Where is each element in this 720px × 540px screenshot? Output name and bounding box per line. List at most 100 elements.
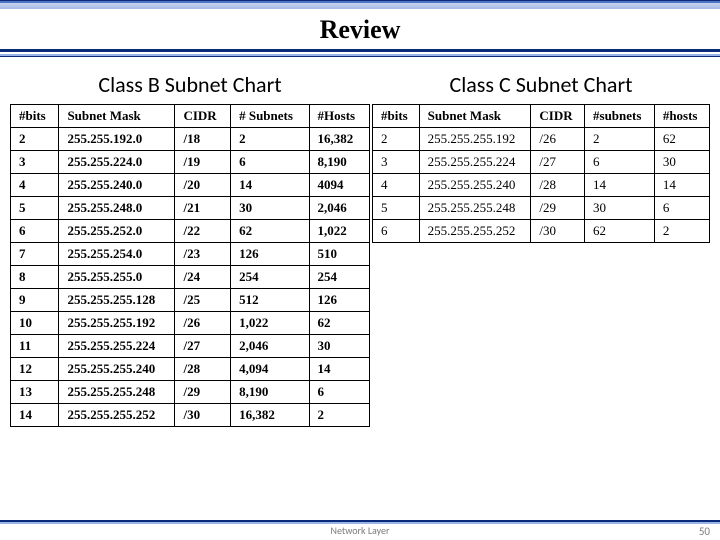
table-cell: 14 xyxy=(585,174,655,197)
class-b-table: #bitsSubnet MaskCIDR# Subnets#Hosts2255.… xyxy=(10,104,370,427)
table-cell: /24 xyxy=(175,266,231,289)
table-cell: 2 xyxy=(654,220,709,243)
table-cell: 6 xyxy=(373,220,420,243)
table-row: 14255.255.255.252/3016,3822 xyxy=(11,404,370,427)
table-cell: 30 xyxy=(309,335,369,358)
page-title: Review xyxy=(0,9,720,49)
table-cell: /22 xyxy=(175,220,231,243)
table-cell: /27 xyxy=(175,335,231,358)
table-cell: 255.255.255.252 xyxy=(419,220,531,243)
table-row: 3255.255.255.224/27630 xyxy=(373,151,710,174)
table-cell: 4 xyxy=(373,174,420,197)
table-cell: /25 xyxy=(175,289,231,312)
table-row: 5255.255.255.248/29306 xyxy=(373,197,710,220)
col-header: CIDR xyxy=(531,105,585,128)
table-cell: 14 xyxy=(11,404,59,427)
table-cell: 6 xyxy=(585,151,655,174)
table-cell: 7 xyxy=(11,243,59,266)
footer-band: Network Layer 50 xyxy=(0,520,720,540)
table-cell: 2 xyxy=(309,404,369,427)
table-cell: 2 xyxy=(231,128,309,151)
table-cell: /20 xyxy=(175,174,231,197)
table-cell: 62 xyxy=(654,128,709,151)
table-cell: 30 xyxy=(585,197,655,220)
col-header: #Hosts xyxy=(309,105,369,128)
table-cell: 30 xyxy=(231,197,309,220)
table-cell: 255.255.255.224 xyxy=(59,335,175,358)
table-cell: 255.255.254.0 xyxy=(59,243,175,266)
table-row: 3255.255.224.0/1968,190 xyxy=(11,151,370,174)
table-cell: 4 xyxy=(11,174,59,197)
table-cell: 126 xyxy=(231,243,309,266)
table-cell: 4,094 xyxy=(231,358,309,381)
table-cell: /28 xyxy=(531,174,585,197)
table-cell: 8,190 xyxy=(309,151,369,174)
table-cell: 4094 xyxy=(309,174,369,197)
class-b-heading: Class B Subnet Chart xyxy=(98,71,281,98)
table-cell: 255.255.248.0 xyxy=(59,197,175,220)
table-cell: 255.255.224.0 xyxy=(59,151,175,174)
table-row: 6255.255.255.252/30622 xyxy=(373,220,710,243)
col-header: # Subnets xyxy=(231,105,309,128)
table-cell: 255.255.240.0 xyxy=(59,174,175,197)
table-row: 7255.255.254.0/23126510 xyxy=(11,243,370,266)
left-column: Class B Subnet Chart #bitsSubnet MaskCID… xyxy=(10,67,370,427)
table-cell: 30 xyxy=(654,151,709,174)
title-band: Review xyxy=(0,0,720,57)
col-header: Subnet Mask xyxy=(419,105,531,128)
table-row: 4255.255.240.0/20144094 xyxy=(11,174,370,197)
table-cell: /30 xyxy=(531,220,585,243)
table-cell: 14 xyxy=(309,358,369,381)
table-cell: 255.255.255.192 xyxy=(419,128,531,151)
table-cell: 2 xyxy=(585,128,655,151)
table-cell: 1,022 xyxy=(231,312,309,335)
table-cell: 126 xyxy=(309,289,369,312)
table-cell: 10 xyxy=(11,312,59,335)
class-c-table: #bitsSubnet MaskCIDR#subnets#hosts2255.2… xyxy=(372,104,710,243)
table-cell: 254 xyxy=(231,266,309,289)
table-row: 8255.255.255.0/24254254 xyxy=(11,266,370,289)
table-cell: 14 xyxy=(231,174,309,197)
col-header: #subnets xyxy=(585,105,655,128)
table-cell: 2,046 xyxy=(231,335,309,358)
table-row: 12255.255.255.240/284,09414 xyxy=(11,358,370,381)
table-cell: 255.255.255.192 xyxy=(59,312,175,335)
col-header: #hosts xyxy=(654,105,709,128)
table-cell: 9 xyxy=(11,289,59,312)
table-cell: 2 xyxy=(373,128,420,151)
table-cell: 6 xyxy=(231,151,309,174)
table-row: 13255.255.255.248/298,1906 xyxy=(11,381,370,404)
right-column: Class C Subnet Chart #bitsSubnet MaskCID… xyxy=(372,67,710,427)
table-cell: 62 xyxy=(231,220,309,243)
content-area: Class B Subnet Chart #bitsSubnet MaskCID… xyxy=(0,57,720,427)
col-header: Subnet Mask xyxy=(59,105,175,128)
table-row: 2255.255.192.0/18216,382 xyxy=(11,128,370,151)
class-c-heading: Class C Subnet Chart xyxy=(449,71,632,98)
page-number: 50 xyxy=(699,525,710,538)
table-cell: 13 xyxy=(11,381,59,404)
table-cell: 62 xyxy=(585,220,655,243)
table-cell: 3 xyxy=(373,151,420,174)
table-cell: 16,382 xyxy=(309,128,369,151)
footer-label: Network Layer xyxy=(0,524,720,538)
table-cell: /29 xyxy=(175,381,231,404)
table-cell: 2,046 xyxy=(309,197,369,220)
table-cell: 254 xyxy=(309,266,369,289)
table-cell: 255.255.255.248 xyxy=(59,381,175,404)
table-cell: 12 xyxy=(11,358,59,381)
table-cell: 255.255.255.240 xyxy=(419,174,531,197)
table-cell: /18 xyxy=(175,128,231,151)
table-cell: /28 xyxy=(175,358,231,381)
table-cell: 2 xyxy=(11,128,59,151)
table-cell: 255.255.255.248 xyxy=(419,197,531,220)
table-cell: 1,022 xyxy=(309,220,369,243)
table-cell: 11 xyxy=(11,335,59,358)
col-header: #bits xyxy=(373,105,420,128)
table-cell: 5 xyxy=(373,197,420,220)
table-cell: 255.255.255.252 xyxy=(59,404,175,427)
table-row: 9255.255.255.128/25512126 xyxy=(11,289,370,312)
table-cell: 5 xyxy=(11,197,59,220)
table-cell: 255.255.192.0 xyxy=(59,128,175,151)
table-cell: 6 xyxy=(11,220,59,243)
table-cell: /21 xyxy=(175,197,231,220)
